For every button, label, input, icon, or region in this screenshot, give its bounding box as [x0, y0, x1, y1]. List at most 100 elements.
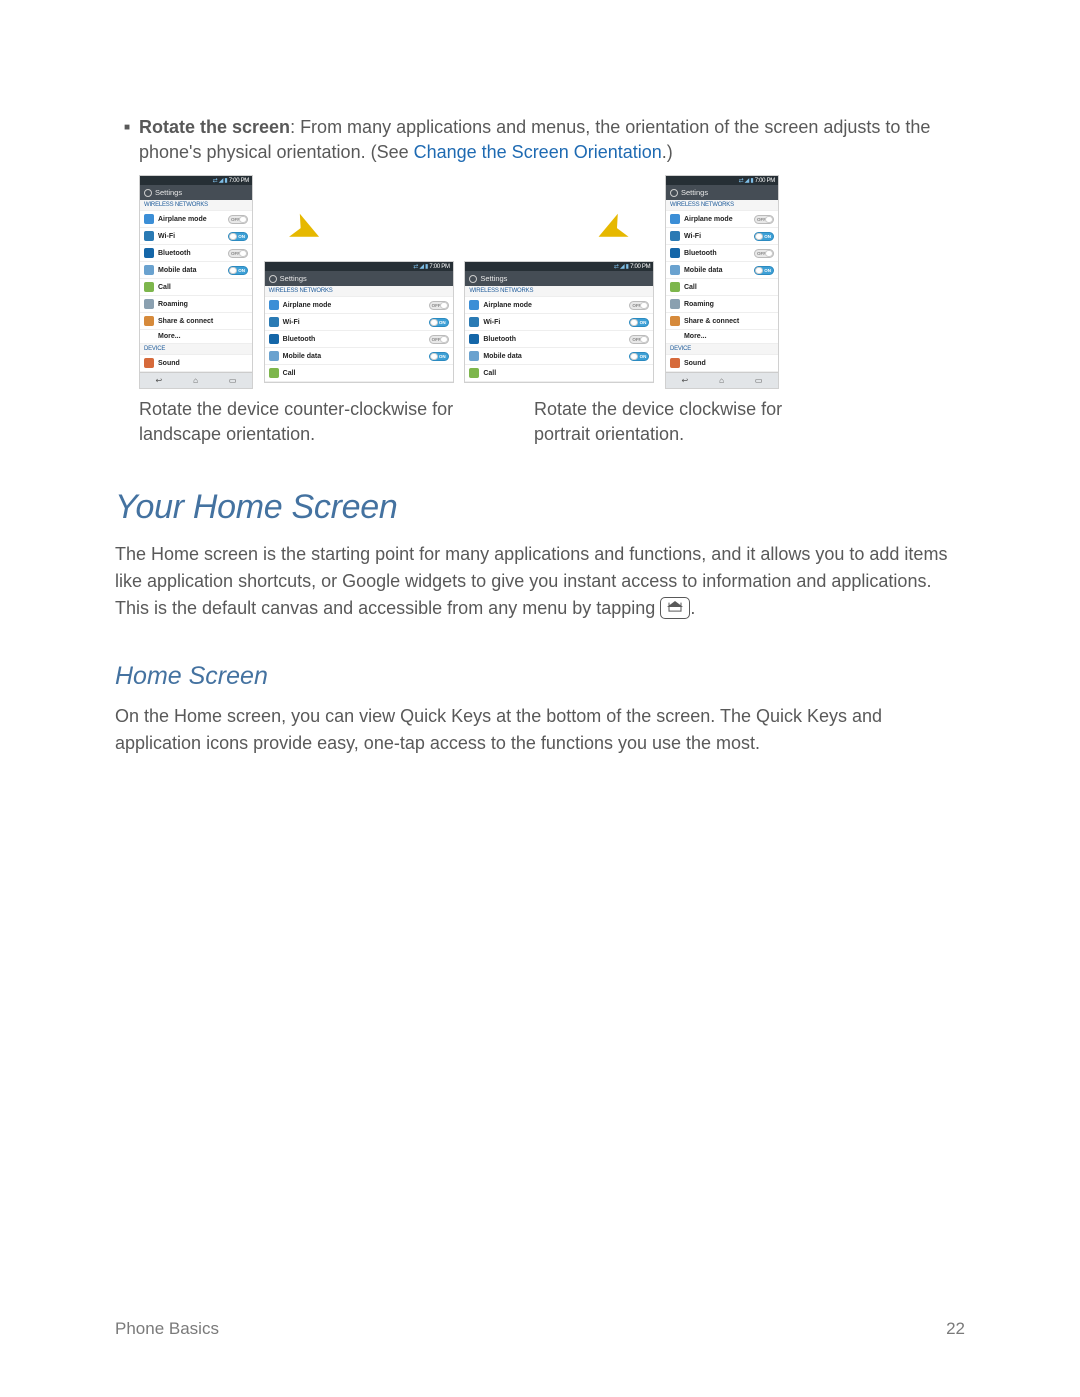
row-mobile-data[interactable]: Mobile data: [666, 262, 778, 279]
recent-icon[interactable]: ▭: [229, 376, 237, 385]
toggle-bluetooth[interactable]: [629, 335, 649, 344]
row-wifi[interactable]: Wi-Fi: [140, 228, 252, 245]
toggle-airplane[interactable]: [754, 215, 774, 224]
row-roaming[interactable]: Roaming: [666, 296, 778, 313]
recent-icon[interactable]: ▭: [755, 376, 763, 385]
orientation-illustration: ➤ ➤ ⇄ ◢ ▮ 7:00 PM Settings WIRELESS NETW…: [139, 175, 779, 389]
row-call[interactable]: Call: [465, 365, 653, 382]
toggle-wifi[interactable]: [629, 318, 649, 327]
toggle-mobile[interactable]: [629, 352, 649, 361]
para-home-quick-keys: On the Home screen, you can view Quick K…: [115, 703, 965, 757]
arrow-cw-icon: ➤: [587, 202, 637, 258]
row-label: Roaming: [158, 301, 188, 308]
row-label: Mobile data: [483, 353, 522, 360]
section-header-wireless: WIRELESS NETWORKS: [265, 286, 453, 297]
settings-title-bar: Settings: [465, 271, 653, 286]
row-more[interactable]: More...: [666, 330, 778, 344]
row-mobile-data[interactable]: Mobile data: [265, 348, 453, 365]
status-time: 7:00 PM: [429, 264, 449, 270]
row-bluetooth[interactable]: Bluetooth: [265, 331, 453, 348]
bullet-lead: Rotate the screen: [139, 117, 290, 137]
link-change-orientation[interactable]: Change the Screen Orientation: [414, 142, 662, 162]
back-icon[interactable]: ↩: [155, 376, 162, 385]
row-mobile-data[interactable]: Mobile data: [140, 262, 252, 279]
home-icon[interactable]: ⌂: [719, 376, 724, 385]
mobile-data-icon: [469, 351, 479, 361]
toggle-mobile[interactable]: [228, 266, 248, 275]
row-share[interactable]: Share & connect: [666, 313, 778, 330]
row-sound[interactable]: Sound: [666, 355, 778, 372]
row-label: Call: [158, 284, 171, 291]
home-key-icon: [660, 597, 690, 619]
toggle-bluetooth[interactable]: [754, 249, 774, 258]
roaming-icon: [144, 299, 154, 309]
row-label: Wi-Fi: [483, 319, 500, 326]
row-bluetooth[interactable]: Bluetooth: [465, 331, 653, 348]
row-label: Roaming: [684, 301, 714, 308]
row-roaming[interactable]: Roaming: [140, 296, 252, 313]
row-label: Airplane mode: [684, 216, 733, 223]
row-label: Sound: [158, 360, 180, 367]
gear-icon: [670, 189, 678, 197]
row-call[interactable]: Call: [140, 279, 252, 296]
row-sound[interactable]: Sound: [140, 355, 252, 372]
row-airplane[interactable]: Airplane mode: [666, 211, 778, 228]
bluetooth-icon: [469, 334, 479, 344]
section-header-wireless: WIRELESS NETWORKS: [465, 286, 653, 297]
row-bluetooth[interactable]: Bluetooth: [140, 245, 252, 262]
back-icon[interactable]: ↩: [681, 376, 688, 385]
row-label: Mobile data: [684, 267, 723, 274]
phone-landscape-right: ⇄ ◢ ▮ 7:00 PM Settings WIRELESS NETWORKS…: [464, 261, 654, 383]
row-label: Bluetooth: [158, 250, 191, 257]
call-icon: [269, 368, 279, 378]
row-label: Bluetooth: [684, 250, 717, 257]
home-icon[interactable]: ⌂: [193, 376, 198, 385]
row-airplane[interactable]: Airplane mode: [265, 297, 453, 314]
row-label: Call: [684, 284, 697, 291]
status-bar: ⇄ ◢ ▮ 7:00 PM: [140, 176, 252, 185]
airplane-icon: [670, 214, 680, 224]
toggle-bluetooth[interactable]: [228, 249, 248, 258]
row-wifi[interactable]: Wi-Fi: [265, 314, 453, 331]
toggle-wifi[interactable]: [228, 232, 248, 241]
row-label: More...: [158, 333, 181, 340]
bullet-rotate-screen: ■ Rotate the screen: From many applicati…: [115, 115, 965, 165]
phone-portrait-right: ⇄ ◢ ▮ 7:00 PM Settings WIRELESS NETWORKS…: [665, 175, 779, 389]
footer-page-number: 22: [946, 1319, 965, 1339]
row-share[interactable]: Share & connect: [140, 313, 252, 330]
row-wifi[interactable]: Wi-Fi: [666, 228, 778, 245]
row-label: More...: [684, 333, 707, 340]
nav-bar: ↩ ⌂ ▭: [140, 372, 252, 388]
row-mobile-data[interactable]: Mobile data: [465, 348, 653, 365]
toggle-airplane[interactable]: [629, 301, 649, 310]
caption-right: Rotate the device clockwise for portrait…: [534, 397, 799, 446]
toggle-bluetooth[interactable]: [429, 335, 449, 344]
toggle-wifi[interactable]: [754, 232, 774, 241]
row-label: Share & connect: [158, 318, 213, 325]
toggle-airplane[interactable]: [228, 215, 248, 224]
bluetooth-icon: [144, 248, 154, 258]
toggle-mobile[interactable]: [754, 266, 774, 275]
row-call[interactable]: Call: [265, 365, 453, 382]
share-icon: [144, 316, 154, 326]
settings-title-bar: Settings: [265, 271, 453, 286]
toggle-wifi[interactable]: [429, 318, 449, 327]
row-label: Bluetooth: [283, 336, 316, 343]
settings-title: Settings: [280, 274, 307, 283]
call-icon: [144, 282, 154, 292]
settings-title: Settings: [155, 188, 182, 197]
sound-icon: [670, 358, 680, 368]
row-wifi[interactable]: Wi-Fi: [465, 314, 653, 331]
row-airplane[interactable]: Airplane mode: [465, 297, 653, 314]
row-bluetooth[interactable]: Bluetooth: [666, 245, 778, 262]
row-airplane[interactable]: Airplane mode: [140, 211, 252, 228]
row-label: Airplane mode: [483, 302, 532, 309]
phone-landscape-left: ⇄ ◢ ▮ 7:00 PM Settings WIRELESS NETWORKS…: [264, 261, 454, 383]
row-label: Share & connect: [684, 318, 739, 325]
row-more[interactable]: More...: [140, 330, 252, 344]
status-bar: ⇄ ◢ ▮ 7:00 PM: [666, 176, 778, 185]
gear-icon: [269, 275, 277, 283]
toggle-airplane[interactable]: [429, 301, 449, 310]
row-call[interactable]: Call: [666, 279, 778, 296]
toggle-mobile[interactable]: [429, 352, 449, 361]
